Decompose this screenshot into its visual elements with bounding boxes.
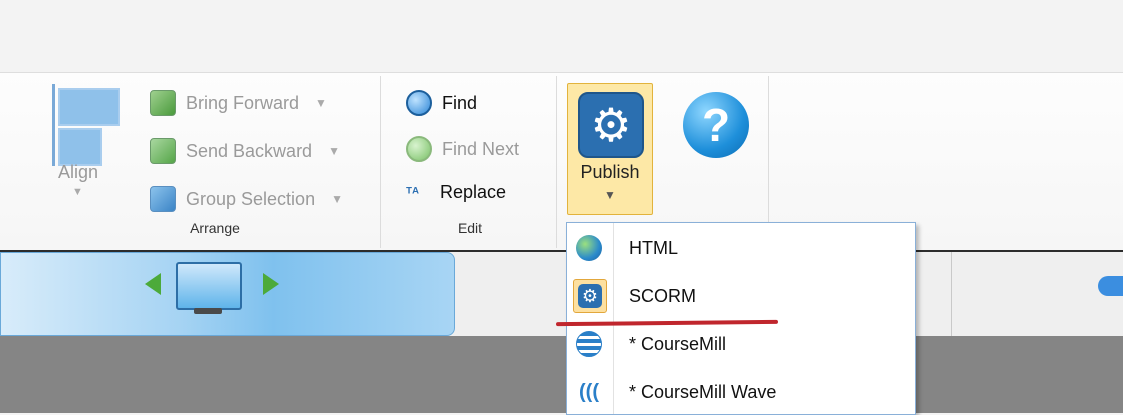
- find-label: Find: [442, 92, 478, 113]
- replace-label: Replace: [440, 181, 507, 202]
- send-backward-label: Send Backward: [186, 140, 313, 161]
- menu-item-label: * CourseMill: [629, 333, 727, 354]
- group-selection-icon: [150, 186, 176, 212]
- menu-item-label: SCORM: [629, 285, 696, 306]
- chevron-down-icon: ▼: [331, 192, 343, 206]
- menu-item-scorm[interactable]: ⚙ SCORM: [567, 273, 915, 319]
- next-arrow-icon[interactable]: [263, 273, 279, 295]
- edit-group-label: Edit: [457, 220, 483, 236]
- publish-menu: HTML ⚙ SCORM * CourseMill ((( * CourseMi…: [566, 222, 916, 415]
- find-button[interactable]: Find: [406, 90, 477, 116]
- find-next-icon: [406, 136, 432, 162]
- coursemill-icon: [573, 328, 605, 360]
- help-icon[interactable]: ?: [683, 92, 749, 158]
- menu-item-html[interactable]: HTML: [567, 225, 915, 271]
- publish-button[interactable]: ⚙ Publish ▼: [567, 83, 653, 215]
- arrange-group-label: Arrange: [190, 220, 240, 236]
- monitor-stand: [194, 308, 222, 314]
- bring-forward-label: Bring Forward: [186, 92, 300, 113]
- nav-divider: [951, 252, 952, 336]
- send-backward-icon: [150, 138, 176, 164]
- find-next-button[interactable]: Find Next: [406, 136, 519, 162]
- menu-item-label: HTML: [629, 237, 678, 258]
- title-bar: [0, 0, 1123, 72]
- publish-label: Publish: [580, 162, 640, 182]
- group-selection-button[interactable]: Group Selection ▼: [150, 186, 343, 212]
- replace-icon: ᵀᴬ: [406, 184, 419, 200]
- group-selection-label: Group Selection: [186, 188, 316, 209]
- ribbon-divider: [556, 76, 557, 248]
- menu-item-coursemill[interactable]: * CourseMill: [567, 321, 915, 367]
- bring-forward-button[interactable]: Bring Forward ▼: [150, 90, 327, 116]
- menu-item-label: * CourseMill Wave: [629, 381, 777, 402]
- gear-icon: ⚙: [573, 279, 607, 313]
- wave-icon: (((: [579, 380, 599, 403]
- globe-icon: [573, 232, 605, 264]
- chevron-down-icon: ▼: [604, 188, 616, 202]
- align-label: Align: [58, 162, 99, 182]
- find-next-label: Find Next: [442, 138, 520, 159]
- previous-arrow-icon[interactable]: [145, 273, 161, 295]
- chevron-down-icon: ▼: [72, 186, 83, 198]
- ribbon-divider: [380, 76, 381, 248]
- monitor-icon[interactable]: [176, 262, 242, 310]
- stage-area: [0, 336, 1123, 413]
- send-backward-button[interactable]: Send Backward ▼: [150, 138, 340, 164]
- chevron-down-icon: ▼: [315, 96, 327, 110]
- bring-forward-icon: [150, 90, 176, 116]
- chevron-down-icon: ▼: [328, 144, 340, 158]
- menu-item-coursemill-wave[interactable]: ((( * CourseMill Wave: [567, 369, 915, 415]
- gear-icon: ⚙: [578, 92, 644, 158]
- magnifier-icon: [406, 90, 432, 116]
- zoom-slider[interactable]: [1098, 276, 1123, 296]
- replace-button[interactable]: ᵀᴬ Replace: [406, 180, 506, 204]
